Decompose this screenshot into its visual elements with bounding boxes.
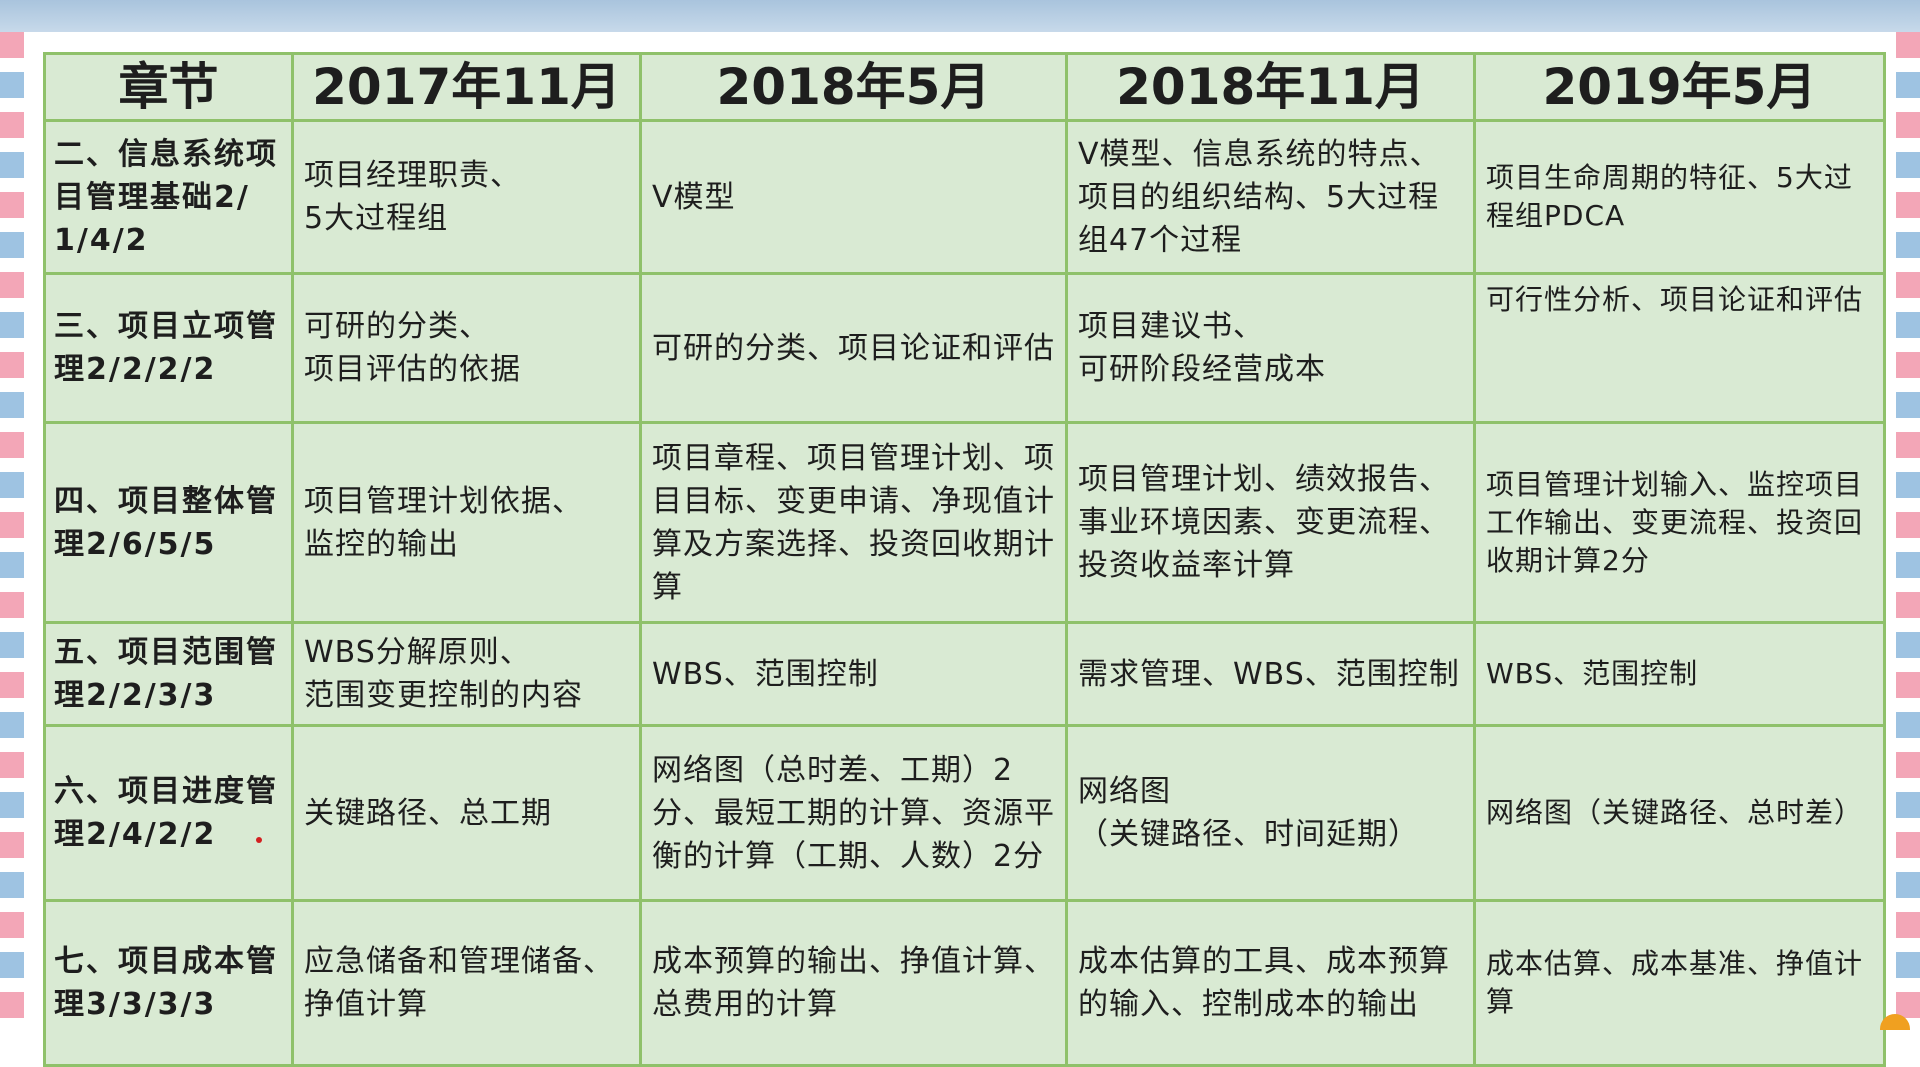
table-row: 二、信息系统项目管理基础2/1/4/2 项目经理职责、 5大过程组 V模型 V模… xyxy=(43,119,1886,275)
cell-2018-11: 网络图 （关键路径、时间延期） xyxy=(1065,724,1476,902)
cell-2018-11: 项目建议书、 可研阶段经营成本 xyxy=(1065,272,1476,424)
chapter-cell: 四、项目整体管理2/6/5/5 xyxy=(43,421,294,624)
cell-2018-5: 成本预算的输出、挣值计算、总费用的计算 xyxy=(639,899,1068,1067)
header-2019-5: 2019年5月 xyxy=(1473,52,1886,122)
table-row: 七、项目成本管理3/3/3/3 应急储备和管理储备、挣值计算 成本预算的输出、挣… xyxy=(43,899,1886,1067)
top-band xyxy=(0,0,1920,32)
header-row: 章节 2017年11月 2018年5月 2018年11月 2019年5月 xyxy=(43,52,1886,122)
chapter-cell: 六、项目进度管理2/4/2/2 xyxy=(43,724,294,902)
left-envelope-border xyxy=(0,32,24,1030)
cell-2017-11: 项目经理职责、 5大过程组 xyxy=(291,119,642,275)
cell-2017-11: 关键路径、总工期 xyxy=(291,724,642,902)
table-row: 六、项目进度管理2/4/2/2 关键路径、总工期 网络图（总时差、工期）2分、最… xyxy=(43,724,1886,902)
header-2018-5: 2018年5月 xyxy=(639,52,1068,122)
cell-2018-5: 可研的分类、项目论证和评估 xyxy=(639,272,1068,424)
cell-2019-5: WBS、范围控制 xyxy=(1473,621,1886,727)
cell-2018-11: 需求管理、WBS、范围控制 xyxy=(1065,621,1476,727)
cell-2017-11: 可研的分类、 项目评估的依据 xyxy=(291,272,642,424)
table-row: 四、项目整体管理2/6/5/5 项目管理计划依据、 监控的输出 项目章程、项目管… xyxy=(43,421,1886,624)
pointer-dot xyxy=(256,837,262,843)
chapter-cell: 三、项目立项管理2/2/2/2 xyxy=(43,272,294,424)
cell-2019-5: 网络图（关键路径、总时差） xyxy=(1473,724,1886,902)
cell-2018-5: V模型 xyxy=(639,119,1068,275)
cell-2018-11: 项目管理计划、绩效报告、事业环境因素、变更流程、投资收益率计算 xyxy=(1065,421,1476,624)
cell-2018-11: 成本估算的工具、成本预算的输入、控制成本的输出 xyxy=(1065,899,1476,1067)
exam-topics-table: 章节 2017年11月 2018年5月 2018年11月 2019年5月 二、信… xyxy=(43,52,1886,1067)
chapter-cell: 二、信息系统项目管理基础2/1/4/2 xyxy=(43,119,294,275)
header-chapter: 章节 xyxy=(43,52,294,122)
chapter-cell: 五、项目范围管理2/2/3/3 xyxy=(43,621,294,727)
cell-2019-5: 成本估算、成本基准、挣值计算 xyxy=(1473,899,1886,1067)
cell-2018-5: 网络图（总时差、工期）2分、最短工期的计算、资源平衡的计算（工期、人数）2分 xyxy=(639,724,1068,902)
cell-2019-5: 项目管理计划输入、监控项目工作输出、变更流程、投资回收期计算2分 xyxy=(1473,421,1886,624)
cell-2019-5: 项目生命周期的特征、5大过程组PDCA xyxy=(1473,119,1886,275)
cell-2017-11: WBS分解原则、 范围变更控制的内容 xyxy=(291,621,642,727)
cell-2018-5: 项目章程、项目管理计划、项目目标、变更申请、净现值计算及方案选择、投资回收期计算 xyxy=(639,421,1068,624)
table-row: 五、项目范围管理2/2/3/3 WBS分解原则、 范围变更控制的内容 WBS、范… xyxy=(43,621,1886,727)
cell-2018-5: WBS、范围控制 xyxy=(639,621,1068,727)
header-2017-11: 2017年11月 xyxy=(291,52,642,122)
cell-2017-11: 项目管理计划依据、 监控的输出 xyxy=(291,421,642,624)
header-2018-11: 2018年11月 xyxy=(1065,52,1476,122)
cell-2019-5: 可行性分析、项目论证和评估 xyxy=(1473,272,1886,424)
cell-2017-11: 应急储备和管理储备、挣值计算 xyxy=(291,899,642,1067)
cell-2018-11: V模型、信息系统的特点、项目的组织结构、5大过程组47个过程 xyxy=(1065,119,1476,275)
right-envelope-border xyxy=(1896,32,1920,1030)
chapter-cell: 七、项目成本管理3/3/3/3 xyxy=(43,899,294,1067)
table-row: 三、项目立项管理2/2/2/2 可研的分类、 项目评估的依据 可研的分类、项目论… xyxy=(43,272,1886,424)
